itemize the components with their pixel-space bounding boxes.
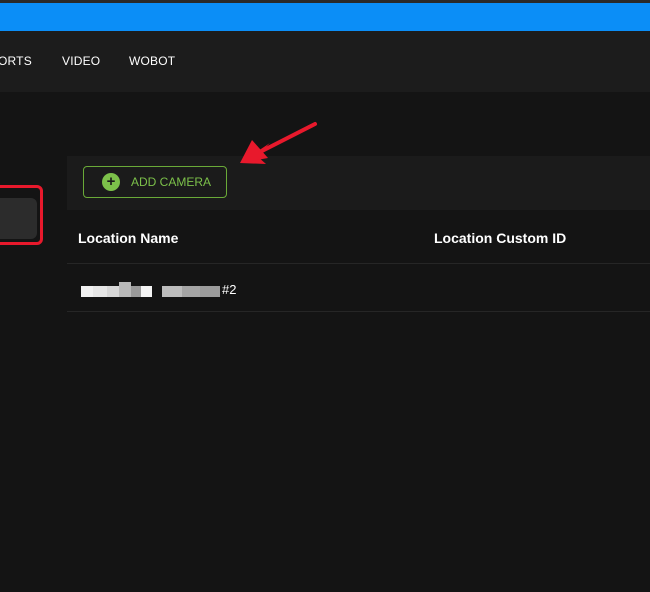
add-camera-button[interactable]: + ADD CAMERA xyxy=(83,166,227,198)
top-accent-bar xyxy=(0,3,650,31)
nav-item-video[interactable]: VIDEO xyxy=(62,54,100,68)
location-name-suffix: #2 xyxy=(222,282,237,297)
redacted-text xyxy=(141,286,152,297)
nav-item-reports[interactable]: ORTS xyxy=(0,54,32,68)
table-header-row: Location Name Location Custom ID xyxy=(67,210,650,264)
redacted-text xyxy=(93,286,107,297)
redacted-text xyxy=(119,282,131,297)
redacted-text xyxy=(162,286,182,297)
redacted-text xyxy=(182,286,200,297)
plus-circle-icon: + xyxy=(102,173,120,191)
locations-table: Location Name Location Custom ID #2 xyxy=(67,210,650,312)
top-navigation: ORTS VIDEO WOBOT xyxy=(0,31,650,92)
redacted-text xyxy=(131,286,141,297)
nav-item-wobot[interactable]: WOBOT xyxy=(129,54,175,68)
table-row[interactable]: #2 xyxy=(67,264,650,312)
table-toolbar: + ADD CAMERA xyxy=(67,156,650,210)
column-header-location-name[interactable]: Location Name xyxy=(78,230,178,246)
column-header-location-custom-id[interactable]: Location Custom ID xyxy=(434,230,566,246)
redacted-text xyxy=(107,286,119,297)
redacted-text xyxy=(81,286,93,297)
sidebar-highlight-box xyxy=(0,185,43,245)
redacted-text xyxy=(200,286,220,297)
annotation-arrow-icon xyxy=(240,122,317,164)
add-camera-label: ADD CAMERA xyxy=(131,175,212,189)
